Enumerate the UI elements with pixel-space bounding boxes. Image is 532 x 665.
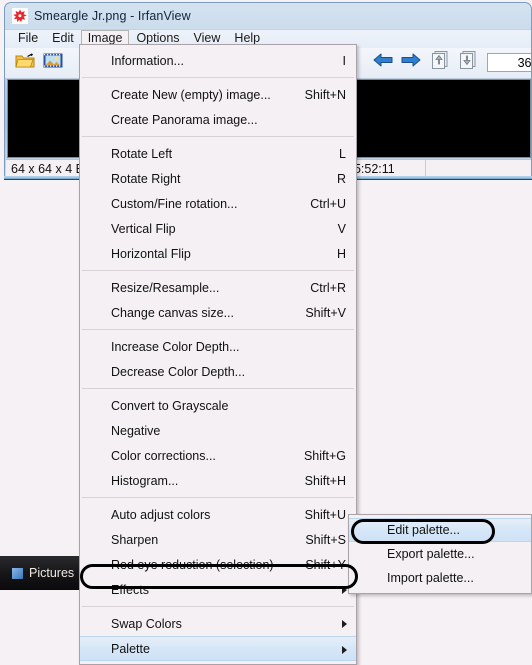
submenu-arrow-icon	[342, 620, 347, 628]
thumbnails-button[interactable]	[40, 51, 66, 76]
menu-item-accelerator: L	[339, 146, 346, 161]
previous-image-button[interactable]	[370, 50, 396, 75]
menu-item-label: Swap Colors	[111, 616, 182, 631]
menu-item-label: Create New (empty) image...	[111, 87, 271, 102]
image-menu-dropdown: Information... I Create New (empty) imag…	[79, 44, 357, 665]
last-image-button[interactable]	[454, 50, 480, 75]
menu-item-label: Color corrections...	[111, 448, 216, 463]
menu-separator	[82, 77, 354, 78]
menu-item-accelerator: I	[342, 53, 346, 68]
menu-separator	[82, 497, 354, 498]
toolbar-left-group	[5, 51, 67, 76]
menu-item-accelerator: Shift+V	[305, 305, 346, 320]
toolbar-navigation-group: 36/	[369, 50, 531, 75]
menu-item-label: Vertical Flip	[111, 221, 176, 236]
next-image-button[interactable]	[398, 50, 424, 75]
menu-item-accelerator: Shift+H	[304, 473, 346, 488]
menu-item-create-panorama-image[interactable]: Create Panorama image...	[80, 107, 356, 132]
menu-item-label: Custom/Fine rotation...	[111, 196, 238, 211]
menu-item-accelerator: Shift+N	[304, 87, 346, 102]
menu-item-auto-adjust-colors[interactable]: Auto adjust colors Shift+U	[80, 502, 356, 527]
open-folder-button[interactable]	[12, 51, 38, 76]
menu-item-label: Information...	[111, 53, 184, 68]
menu-item-accelerator: Shift+G	[303, 448, 346, 463]
menu-item-label: Convert to Grayscale	[111, 398, 229, 413]
menu-item-label: Negative	[111, 423, 161, 438]
menu-item-histogram[interactable]: Histogram... Shift+H	[80, 468, 356, 493]
page-number-input[interactable]: 36/	[487, 53, 531, 72]
submenu-arrow-icon	[342, 586, 347, 594]
submenu-arrow-icon	[342, 646, 347, 654]
menu-separator	[82, 606, 354, 607]
menu-item-convert-to-grayscale[interactable]: Convert to Grayscale	[80, 393, 356, 418]
image-thumbnail-icon	[43, 52, 63, 75]
menu-item-negative[interactable]: Negative	[80, 418, 356, 443]
arrow-left-icon	[372, 51, 394, 74]
menu-item-change-canvas-size[interactable]: Change canvas size... Shift+V	[80, 300, 356, 325]
menu-item-accelerator: Shift+U	[304, 507, 346, 522]
menu-item-accelerator: Shift+S	[305, 532, 346, 547]
menu-item-label: Create Panorama image...	[111, 112, 258, 127]
menu-item-accelerator: Shift+Y	[305, 557, 346, 572]
menu-item-decrease-color-depth[interactable]: Decrease Color Depth...	[80, 359, 356, 384]
arrow-right-icon	[400, 51, 422, 74]
palette-submenu: Edit palette... Export palette... Import…	[348, 514, 532, 594]
window-title: Smeargle Jr.png - IrfanView	[34, 9, 191, 23]
menu-item-custom-fine-rotation[interactable]: Custom/Fine rotation... Ctrl+U	[80, 191, 356, 216]
menu-item-horizontal-flip[interactable]: Horizontal Flip H	[80, 241, 356, 266]
menu-item-label: Decrease Color Depth...	[111, 364, 246, 379]
menu-item-swap-colors[interactable]: Swap Colors	[80, 611, 356, 636]
menu-item-label: Resize/Resample...	[111, 280, 220, 295]
menu-item-label: Auto adjust colors	[111, 507, 211, 522]
submenu-item-edit-palette[interactable]: Edit palette...	[349, 518, 531, 542]
menu-separator	[82, 136, 354, 137]
submenu-item-label: Import palette...	[387, 571, 474, 585]
menu-item-information[interactable]: Information... I	[80, 48, 356, 73]
title-bar[interactable]: Smeargle Jr.png - IrfanView	[5, 3, 531, 29]
submenu-item-label: Edit palette...	[387, 523, 460, 537]
menu-item-color-corrections[interactable]: Color corrections... Shift+G	[80, 443, 356, 468]
menu-separator	[82, 329, 354, 330]
menu-item-red-eye-reduction[interactable]: Red eye reduction (selection) Shift+Y	[80, 552, 356, 577]
menu-item-increase-color-depth[interactable]: Increase Color Depth...	[80, 334, 356, 359]
menu-item-resize-resample[interactable]: Resize/Resample... Ctrl+R	[80, 275, 356, 300]
menu-item-label: Sharpen	[111, 532, 159, 547]
menu-item-label: Change canvas size...	[111, 305, 234, 320]
pictures-folder-icon	[12, 567, 23, 579]
menu-item-accelerator: H	[336, 246, 346, 261]
menu-item-accelerator: R	[336, 171, 346, 186]
menu-item-label: Rotate Left	[111, 146, 173, 161]
menu-item-accelerator: Ctrl+R	[310, 280, 346, 295]
menu-item-accelerator: Ctrl+U	[310, 196, 346, 211]
menu-separator	[82, 388, 354, 389]
menu-item-create-new-image[interactable]: Create New (empty) image... Shift+N	[80, 82, 356, 107]
menu-item-accelerator: V	[337, 221, 346, 236]
menu-item-label: Red eye reduction (selection)	[111, 557, 274, 572]
open-folder-icon	[15, 52, 35, 75]
submenu-item-import-palette[interactable]: Import palette...	[349, 566, 531, 590]
taskbar-item-label: Pictures	[29, 566, 75, 580]
submenu-item-label: Export palette...	[387, 547, 475, 561]
menu-item-label: Horizontal Flip	[111, 246, 191, 261]
menu-item-sharpen[interactable]: Sharpen Shift+S	[80, 527, 356, 552]
irfanview-icon	[12, 8, 28, 24]
menu-item-label: Palette	[111, 641, 150, 656]
menu-item-label: Histogram...	[111, 473, 179, 488]
stack-down-icon	[456, 50, 478, 75]
menu-item-vertical-flip[interactable]: Vertical Flip V	[80, 216, 356, 241]
menu-item-rotate-left[interactable]: Rotate Left L	[80, 141, 356, 166]
taskbar-item-pictures[interactable]: Pictures	[8, 562, 82, 584]
menu-item-palette[interactable]: Palette	[80, 636, 356, 661]
menu-edit[interactable]: Edit	[45, 30, 81, 48]
first-image-button[interactable]	[426, 50, 452, 75]
menu-item-label: Rotate Right	[111, 171, 181, 186]
menu-separator	[82, 270, 354, 271]
stack-up-icon	[428, 50, 450, 75]
menu-item-rotate-right[interactable]: Rotate Right R	[80, 166, 356, 191]
menu-file[interactable]: File	[11, 30, 45, 48]
menu-item-label: Increase Color Depth...	[111, 339, 240, 354]
submenu-item-export-palette[interactable]: Export palette...	[349, 542, 531, 566]
